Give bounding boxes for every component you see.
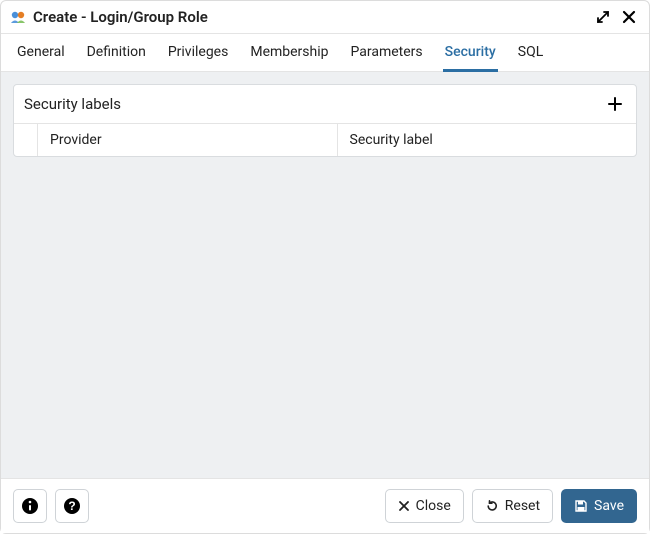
- tab-general[interactable]: General: [15, 34, 67, 72]
- tab-security[interactable]: Security: [443, 34, 498, 72]
- security-labels-header: Security labels: [14, 85, 636, 124]
- security-labels-heading: Security labels: [24, 95, 121, 113]
- reset-icon: [485, 499, 499, 513]
- close-button-label: Close: [416, 498, 451, 514]
- column-provider: Provider: [38, 124, 338, 156]
- create-login-group-role-dialog: Create - Login/Group Role General Defini…: [0, 0, 650, 534]
- save-button-label: Save: [594, 498, 624, 514]
- dialog-tabs: General Definition Privileges Membership…: [1, 34, 649, 72]
- expand-icon[interactable]: [593, 7, 613, 27]
- tab-sql[interactable]: SQL: [516, 34, 545, 72]
- tab-definition[interactable]: Definition: [85, 34, 148, 72]
- row-number-gutter: [14, 124, 38, 156]
- x-icon: [398, 500, 410, 512]
- save-icon: [574, 499, 588, 513]
- add-row-button[interactable]: [604, 93, 626, 115]
- dialog-title: Create - Login/Group Role: [33, 8, 208, 26]
- save-button[interactable]: Save: [561, 489, 637, 523]
- svg-text:?: ?: [68, 499, 75, 513]
- close-button[interactable]: Close: [385, 489, 464, 523]
- info-button[interactable]: [13, 489, 47, 523]
- column-security-label: Security label: [338, 124, 637, 156]
- security-labels-panel: Security labels Provider Security label: [13, 84, 637, 157]
- security-labels-columns: Provider Security label: [14, 124, 636, 156]
- role-icon: [9, 8, 27, 26]
- reset-button-label: Reset: [505, 498, 540, 514]
- close-icon[interactable]: [619, 7, 639, 27]
- reset-button[interactable]: Reset: [472, 489, 553, 523]
- tab-membership[interactable]: Membership: [248, 34, 330, 72]
- help-button[interactable]: ?: [55, 489, 89, 523]
- dialog-body: Security labels Provider Security label: [1, 72, 649, 478]
- tab-parameters[interactable]: Parameters: [349, 34, 425, 72]
- dialog-titlebar: Create - Login/Group Role: [1, 1, 649, 34]
- tab-privileges[interactable]: Privileges: [166, 34, 231, 72]
- dialog-footer: ? Close Reset: [1, 478, 649, 533]
